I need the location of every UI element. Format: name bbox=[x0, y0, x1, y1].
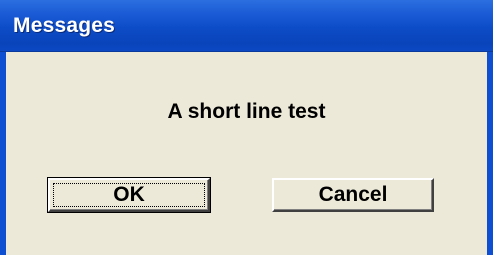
window-title: Messages bbox=[13, 14, 115, 37]
ok-button-label: OK bbox=[113, 183, 145, 206]
cancel-button[interactable]: Cancel bbox=[272, 178, 434, 212]
dialog-body bbox=[0, 52, 493, 255]
message-text: A short line test bbox=[167, 100, 326, 123]
ok-button[interactable]: OK bbox=[47, 177, 211, 213]
title-bar[interactable]: Messages bbox=[0, 0, 493, 52]
message-dialog-window: Messages A short line test OK Cancel bbox=[0, 0, 493, 255]
cancel-button-label: Cancel bbox=[318, 183, 388, 206]
